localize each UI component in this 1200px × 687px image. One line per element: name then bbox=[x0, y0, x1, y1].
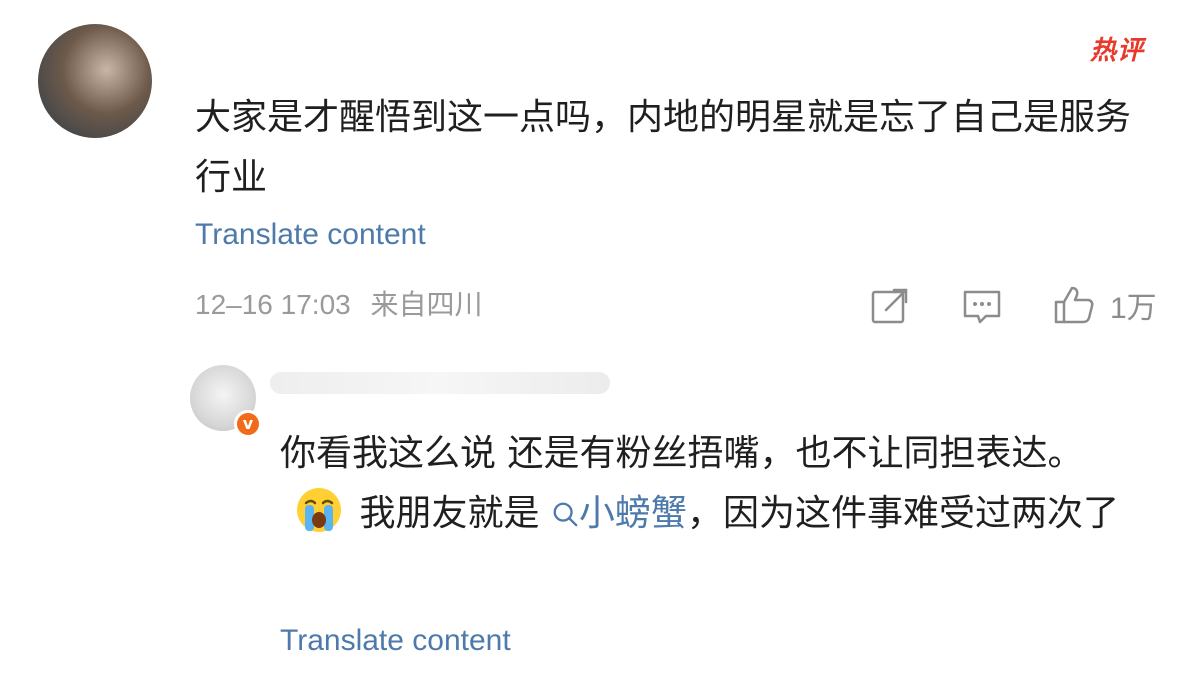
like-icon bbox=[1054, 286, 1094, 324]
like-button[interactable] bbox=[1052, 282, 1096, 330]
crying-face-emoji-icon bbox=[297, 488, 341, 532]
comment-location: 来自四川 bbox=[370, 289, 483, 320]
comment-icon bbox=[963, 290, 1001, 324]
reply-translate-content-link[interactable]: Translate content bbox=[280, 624, 511, 658]
translate-content-link[interactable]: Translate content bbox=[195, 218, 426, 252]
hot-comment-badge: 热评 bbox=[1090, 36, 1145, 66]
share-button[interactable] bbox=[868, 284, 912, 332]
reply-username-blurred bbox=[270, 372, 610, 394]
comment-timestamp: 12–16 17:03 bbox=[195, 289, 351, 320]
share-icon bbox=[871, 288, 908, 324]
search-icon bbox=[553, 502, 578, 527]
verified-badge-icon: v bbox=[234, 410, 262, 438]
mention-link[interactable]: 小螃蟹 bbox=[551, 493, 687, 534]
comment-text: 大家是才醒悟到这一点吗，内地的明星就是忘了自己是服务行业 bbox=[195, 97, 1132, 198]
mention-text: 小螃蟹 bbox=[578, 493, 687, 534]
reply-button[interactable] bbox=[960, 284, 1004, 332]
reply-text-part2: 我朋友就是 bbox=[359, 493, 540, 534]
like-count: 1万 bbox=[1110, 292, 1157, 325]
comment-meta: 12–16 17:03 来自四川 bbox=[195, 283, 495, 323]
reply-text-part1: 你看我这么说 还是有粉丝捂嘴，也不让同担表达。 bbox=[280, 433, 1084, 474]
reply-text: 你看我这么说 还是有粉丝捂嘴，也不让同担表达。 我朋友就是 小螃蟹，因为这件事难… bbox=[280, 424, 1160, 544]
reply-text-part3: ，因为这件事难受过两次了 bbox=[686, 493, 1119, 534]
commenter-avatar[interactable] bbox=[38, 24, 152, 138]
